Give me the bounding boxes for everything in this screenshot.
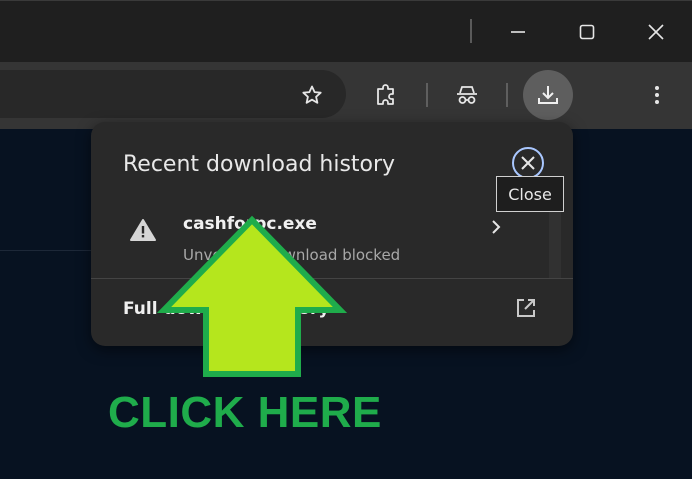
- download-icon: [538, 86, 558, 104]
- minimize-icon: [511, 31, 525, 33]
- maximize-icon: [579, 24, 595, 40]
- maximize-button[interactable]: [557, 11, 617, 53]
- close-tooltip: Close: [496, 176, 564, 212]
- incognito-button[interactable]: [448, 76, 486, 114]
- click-here-text: CLICK HERE: [108, 388, 382, 437]
- close-icon: [648, 24, 664, 40]
- toolbar-divider: [506, 83, 508, 107]
- page-divider: [0, 250, 100, 251]
- panel-close-button[interactable]: [511, 146, 545, 180]
- incognito-icon: [457, 86, 477, 104]
- toolbar-divider: [426, 83, 428, 107]
- minimize-button[interactable]: [488, 11, 548, 53]
- extensions-button[interactable]: [367, 76, 405, 114]
- panel-title: Recent download history: [123, 152, 396, 177]
- open-external-icon: [517, 299, 535, 317]
- arrow-up-overlay: [156, 215, 348, 377]
- star-icon: [302, 85, 322, 104]
- bookmark-star-button[interactable]: [293, 76, 331, 114]
- extensions-puzzle-icon: [377, 84, 394, 105]
- more-vert-icon: [655, 86, 659, 104]
- window-close-button[interactable]: [626, 11, 686, 53]
- close-circle-icon: [512, 147, 544, 179]
- menu-button[interactable]: [638, 76, 676, 114]
- window-titlebar: [0, 0, 692, 63]
- chevron-right-icon[interactable]: [489, 218, 503, 236]
- downloads-button[interactable]: [523, 70, 573, 120]
- titlebar-separator: [470, 19, 472, 43]
- browser-toolbar: [0, 62, 692, 129]
